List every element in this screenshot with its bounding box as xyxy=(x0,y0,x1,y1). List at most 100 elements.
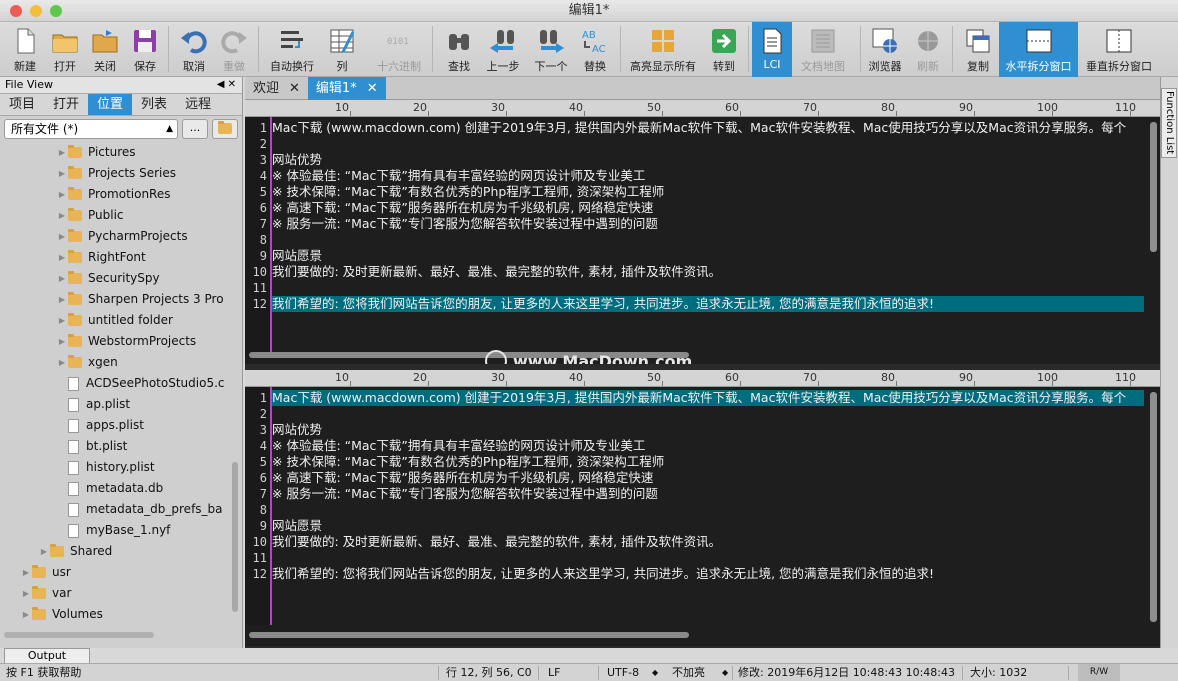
lci-button[interactable]: LCI xyxy=(752,22,792,77)
text-line[interactable] xyxy=(272,550,1144,566)
browser-button[interactable]: 浏览器 xyxy=(864,22,906,77)
text-line[interactable]: ※ 体验最佳: “Mac下载”拥有具有丰富经验的网页设计师及专业美工 xyxy=(272,168,1144,184)
disclosure-triangle-icon[interactable]: ▶ xyxy=(56,205,68,226)
tree-folder-item[interactable]: ▶ PycharmProjects xyxy=(0,226,242,247)
disclosure-triangle-icon[interactable]: ▶ xyxy=(38,541,50,562)
goto-button[interactable]: 转到 xyxy=(704,22,744,77)
vscroll-top[interactable] xyxy=(1150,122,1157,252)
close-tab-icon[interactable]: ✕ xyxy=(289,77,300,100)
text-line[interactable]: ※ 服务一流: “Mac下载”专门客服为您解答软件安装过程中遇到的问题 xyxy=(272,486,1144,502)
output-window-tab[interactable]: Output Window xyxy=(4,648,90,676)
sidebar-tab[interactable]: 列表 xyxy=(132,94,176,115)
function-list-tab[interactable]: Function List xyxy=(1161,88,1177,158)
disclosure-triangle-icon[interactable]: ▶ xyxy=(56,310,68,331)
tree-folder-item[interactable]: ▶ var xyxy=(0,583,242,604)
minimize-window-button[interactable] xyxy=(30,5,42,17)
tree-file-item[interactable]: ap.plist xyxy=(0,394,242,415)
tree-folder-item[interactable]: ▶ Public xyxy=(0,205,242,226)
text-line[interactable]: 网站愿景 xyxy=(272,518,1144,534)
text-line[interactable]: 我们希望的: 您将我们网站告诉您的朋友, 让更多的人来这里学习, 共同进步。追求… xyxy=(272,566,1144,582)
rw-mode[interactable]: R/W xyxy=(1078,664,1120,681)
text-line[interactable]: Mac下载 (www.macdown.com) 创建于2019年3月, 提供国内… xyxy=(272,390,1144,406)
tree-folder-item[interactable]: ▶ SecuritySpy xyxy=(0,268,242,289)
text-line[interactable]: 我们希望的: 您将我们网站告诉您的朋友, 让更多的人来这里学习, 共同进步。追求… xyxy=(272,296,1144,312)
column-button[interactable]: 列 xyxy=(322,22,362,77)
new-button[interactable]: 新建 xyxy=(6,22,44,77)
disclosure-triangle-icon[interactable]: ▶ xyxy=(20,562,32,583)
text-line[interactable]: ※ 体验最佳: “Mac下载”拥有具有丰富经验的网页设计师及专业美工 xyxy=(272,438,1144,454)
editor-pane-top[interactable]: 10 20 30 40 50 60 70 80 90 100 110 1 Mac下载 (www.mac… xyxy=(245,100,1160,364)
file-filter-select[interactable]: 所有文件 (*) ▲ xyxy=(4,119,178,139)
editor-tab[interactable]: 欢迎 ✕ xyxy=(245,77,308,100)
copy-button[interactable]: 复制 xyxy=(958,22,998,77)
vscroll-bottom[interactable] xyxy=(1150,392,1157,622)
hex-button[interactable]: 0101 十六进制 xyxy=(370,22,428,77)
tree-file-item[interactable]: ACDSeePhotoStudio5.c xyxy=(0,373,242,394)
browse-button[interactable]: ... xyxy=(182,119,208,139)
disclosure-triangle-icon[interactable]: ▶ xyxy=(56,142,68,163)
tree-folder-item[interactable]: ▶ Volumes xyxy=(0,604,242,625)
encoding-select[interactable]: UTF-8 xyxy=(607,664,639,681)
highlight-select[interactable]: 不加亮 xyxy=(672,664,705,681)
text-line[interactable] xyxy=(272,502,1144,518)
disclosure-triangle-icon[interactable]: ▶ xyxy=(20,604,32,625)
highlight-all-button[interactable]: 高亮显示所有 xyxy=(627,22,699,77)
editor-tab[interactable]: 编辑1* ✕ xyxy=(307,77,386,100)
find-prev-button[interactable]: 上一步 xyxy=(482,22,524,77)
save-button[interactable]: 保存 xyxy=(126,22,164,77)
tree-folder-item[interactable]: ▶ Shared xyxy=(0,541,242,562)
disclosure-triangle-icon[interactable]: ▶ xyxy=(56,184,68,205)
hscroll-bottom[interactable] xyxy=(249,632,689,638)
disclosure-triangle-icon[interactable]: ▶ xyxy=(56,289,68,310)
text-line[interactable] xyxy=(272,406,1144,422)
open-button[interactable]: 打开 xyxy=(46,22,84,77)
redo-button[interactable]: 重做 xyxy=(215,22,253,77)
sidebar-tab[interactable]: 位置 xyxy=(88,94,133,115)
text-line[interactable]: 我们要做的: 及时更新最新、最好、最准、最完整的软件, 素材, 插件及软件资讯。 xyxy=(272,264,1144,280)
tree-folder-item[interactable]: ▶ usr xyxy=(0,562,242,583)
tree-folder-item[interactable]: ▶ WebstormProjects xyxy=(0,331,242,352)
line-ending[interactable]: LF xyxy=(548,664,560,681)
tree-file-item[interactable]: metadata.db xyxy=(0,478,242,499)
sidebar-tab[interactable]: 远程 xyxy=(176,94,220,115)
text-line[interactable]: 网站优势 xyxy=(272,422,1144,438)
tree-folder-item[interactable]: ▶ untitled folder xyxy=(0,310,242,331)
replace-button[interactable]: AB AC 替换 xyxy=(576,22,614,77)
hsplit-button[interactable]: 水平拆分窗口 xyxy=(999,22,1078,77)
tree-file-item[interactable]: myBase_1.nyf xyxy=(0,520,242,541)
disclosure-triangle-icon[interactable]: ▶ xyxy=(56,247,68,268)
find-button[interactable]: 查找 xyxy=(438,22,480,77)
close-button[interactable]: 关闭 xyxy=(86,22,124,77)
text-line[interactable] xyxy=(272,232,1144,248)
tree-file-item[interactable]: metadata_db_prefs_ba xyxy=(0,499,242,520)
tree-folder-item[interactable]: ▶ xgen xyxy=(0,352,242,373)
refresh-button[interactable]: 刷新 xyxy=(908,22,948,77)
folder-button[interactable] xyxy=(212,119,238,139)
tree-folder-item[interactable]: ▶ RightFont xyxy=(0,247,242,268)
tree-file-item[interactable]: history.plist xyxy=(0,457,242,478)
text-line[interactable]: 网站愿景 xyxy=(272,248,1144,264)
tree-file-item[interactable]: apps.plist xyxy=(0,415,242,436)
tree-vscroll[interactable] xyxy=(232,462,238,612)
text-line[interactable]: Mac下载 (www.macdown.com) 创建于2019年3月, 提供国内… xyxy=(272,120,1144,136)
text-line[interactable]: ※ 服务一流: “Mac下载”专门客服为您解答软件安装过程中遇到的问题 xyxy=(272,216,1144,232)
disclosure-triangle-icon[interactable]: ▶ xyxy=(56,226,68,247)
disclosure-triangle-icon[interactable]: ▶ xyxy=(56,268,68,289)
text-line[interactable]: 我们要做的: 及时更新最新、最好、最准、最完整的软件, 素材, 插件及软件资讯。 xyxy=(272,534,1144,550)
disclosure-triangle-icon[interactable]: ▶ xyxy=(56,331,68,352)
panel-controls[interactable]: ◀ ✕ xyxy=(217,77,236,93)
text-line[interactable] xyxy=(272,136,1144,152)
find-next-button[interactable]: 下一个 xyxy=(528,22,574,77)
close-window-button[interactable] xyxy=(10,5,22,17)
disclosure-triangle-icon[interactable]: ▶ xyxy=(56,163,68,184)
tree-folder-item[interactable]: ▶ Projects Series xyxy=(0,163,242,184)
disclosure-triangle-icon[interactable]: ▶ xyxy=(56,352,68,373)
tree-hscroll[interactable] xyxy=(4,632,154,638)
docmap-button[interactable]: 文档地图 xyxy=(796,22,850,77)
tree-file-item[interactable]: bt.plist xyxy=(0,436,242,457)
sidebar-tab[interactable]: 项目 xyxy=(0,94,44,115)
text-area-bottom[interactable]: 1 Mac下载 (www.macdown.com) 创建于2019年3月, 提供国… xyxy=(245,387,1160,625)
disclosure-triangle-icon[interactable]: ▶ xyxy=(20,583,32,604)
sidebar-tab[interactable]: 打开 xyxy=(44,94,88,115)
vsplit-button[interactable]: 垂直拆分窗口 xyxy=(1080,22,1158,77)
